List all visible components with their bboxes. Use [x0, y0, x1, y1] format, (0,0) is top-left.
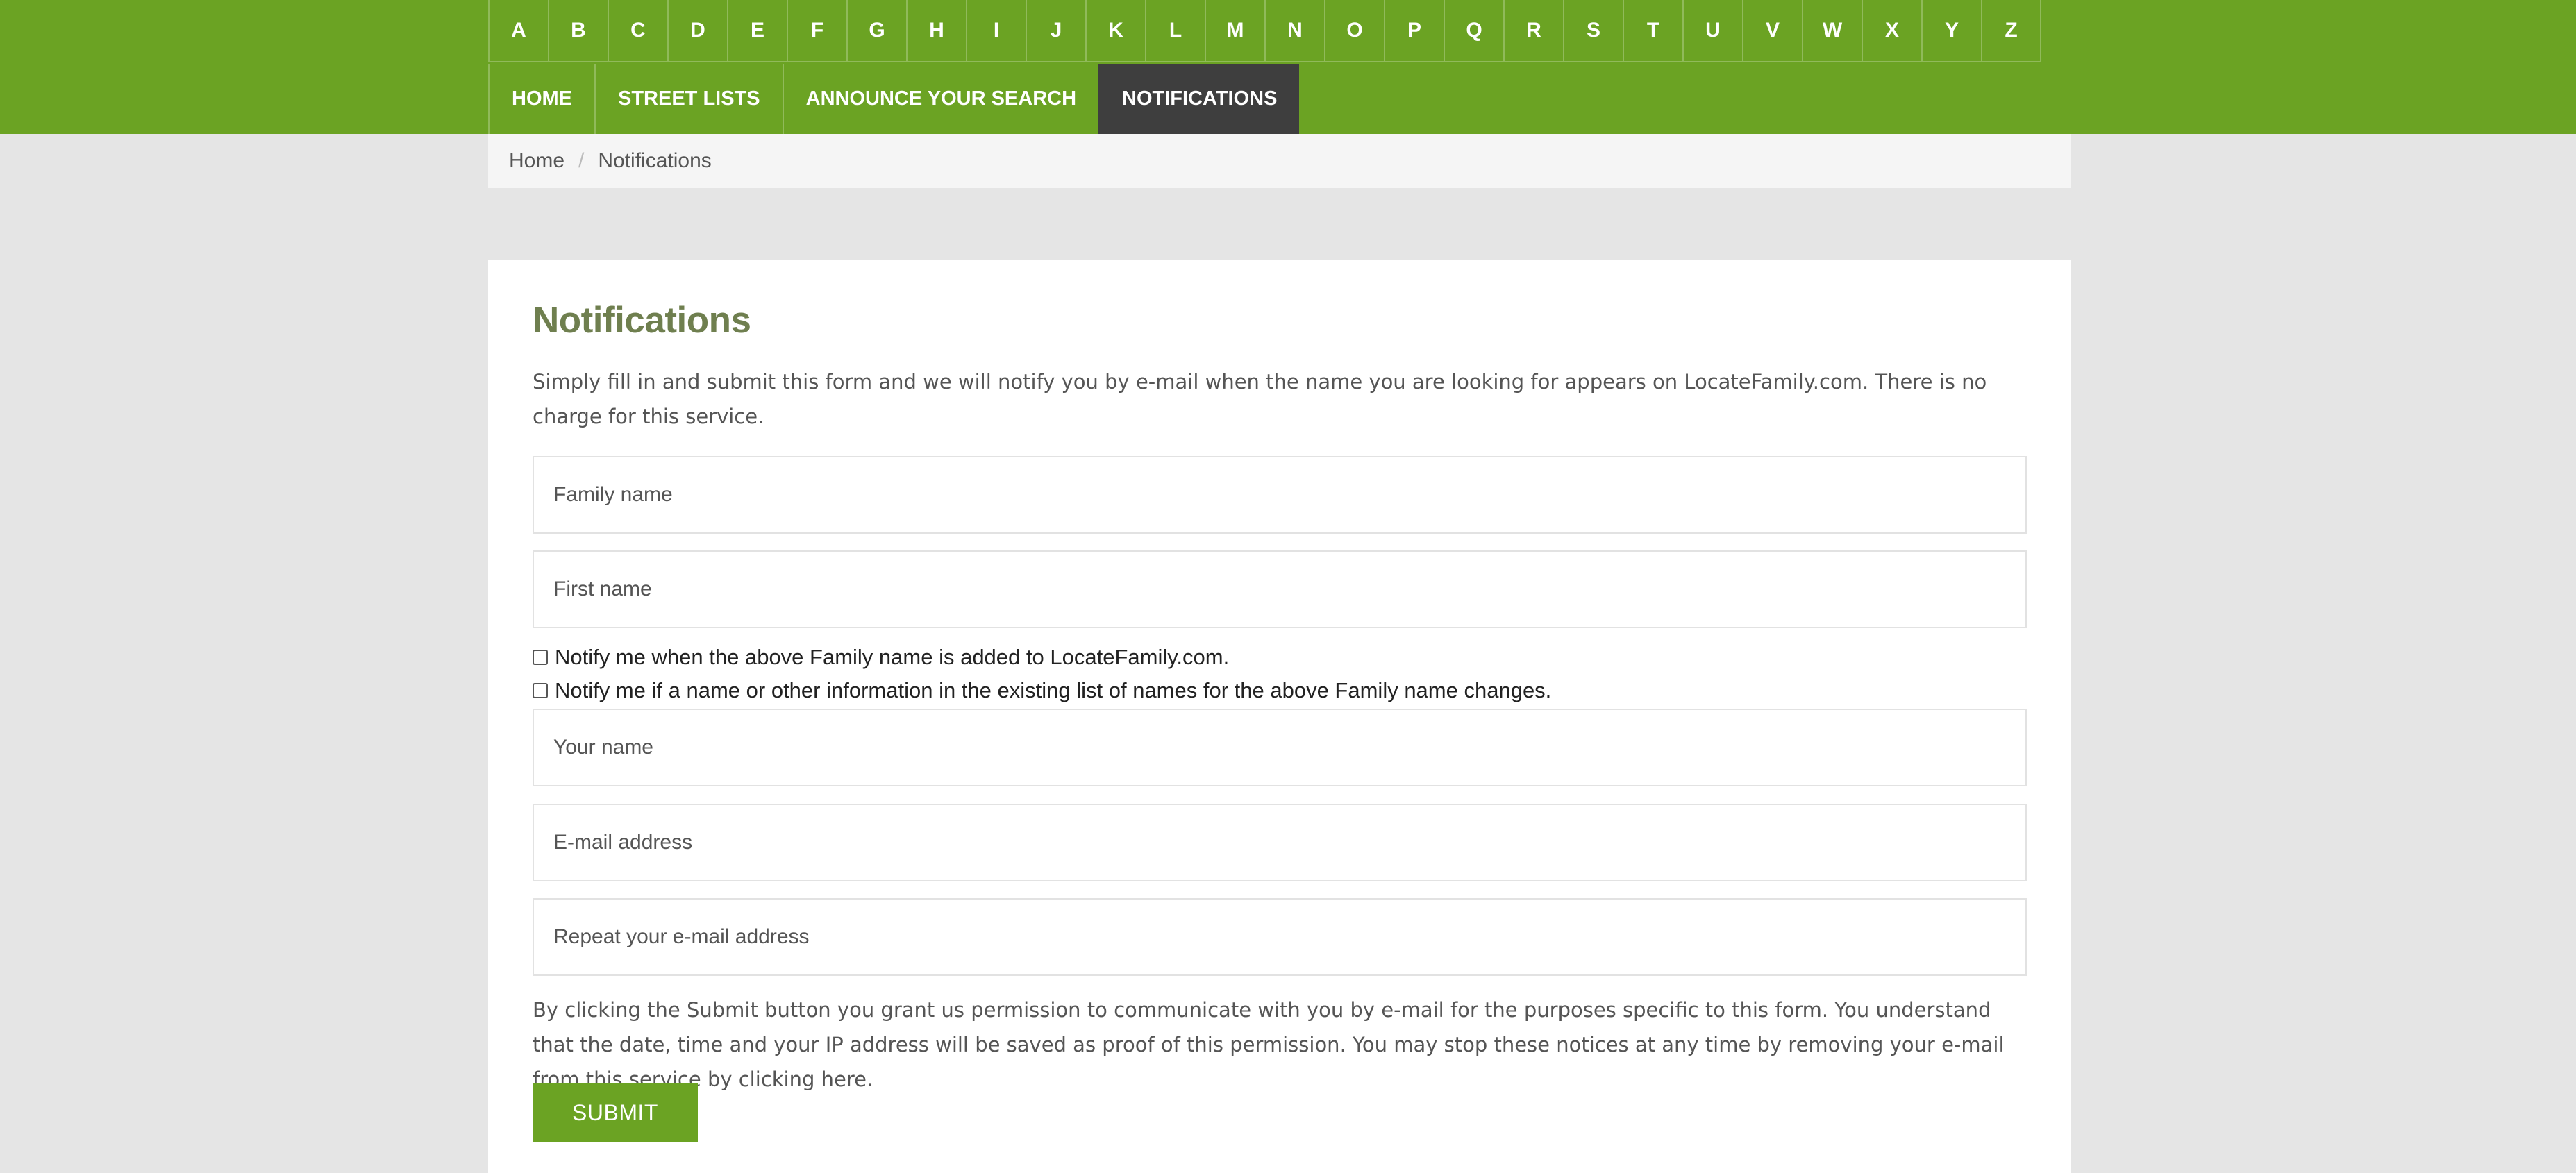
notify-added-label: Notify me when the above Family name is … [555, 645, 1230, 669]
breadcrumb-current: Notifications [598, 149, 712, 172]
alphabet-letter-w[interactable]: W [1802, 0, 1862, 62]
alphabet-letter-c[interactable]: C [608, 0, 667, 62]
alphabet-letter-j[interactable]: J [1026, 0, 1085, 62]
consent-end: . [866, 1067, 873, 1091]
alphabet-letter-r[interactable]: R [1503, 0, 1563, 62]
your-name-input[interactable] [534, 710, 2025, 785]
email-input[interactable] [534, 805, 2025, 880]
alphabet-index: ABCDEFGHIJKLMNOPQRSTUVWXYZ [488, 0, 2041, 64]
alphabet-letter-d[interactable]: D [667, 0, 727, 62]
alphabet-letter-l[interactable]: L [1145, 0, 1205, 62]
alphabet-letter-f[interactable]: F [787, 0, 846, 62]
alphabet-letter-p[interactable]: P [1384, 0, 1444, 62]
alphabet-letter-s[interactable]: S [1563, 0, 1623, 62]
breadcrumb-home-link[interactable]: Home [509, 149, 564, 173]
alphabet-letter-x[interactable]: X [1862, 0, 1921, 62]
notify-changes-checkbox[interactable] [533, 683, 548, 698]
email-repeat-field [533, 898, 2027, 976]
notify-changes-row: Notify me if a name or other information… [533, 678, 1551, 703]
nav-item-street-lists[interactable]: STREET LISTS [594, 64, 783, 134]
page-title: Notifications [533, 300, 751, 341]
notify-changes-label: Notify me if a name or other information… [555, 678, 1552, 702]
consent-here-link[interactable]: here [821, 1067, 867, 1091]
notify-added-row: Notify me when the above Family name is … [533, 645, 1229, 670]
alphabet-letter-g[interactable]: G [846, 0, 906, 62]
consent-text: By clicking the Submit button you grant … [533, 993, 2032, 1097]
notify-added-checkbox[interactable] [533, 650, 548, 665]
alphabet-letter-z[interactable]: Z [1981, 0, 2041, 62]
consent-body: By clicking the Submit button you grant … [533, 998, 2005, 1091]
email-repeat-input[interactable] [534, 900, 2025, 974]
alphabet-letter-q[interactable]: Q [1444, 0, 1503, 62]
family-name-field [533, 456, 2027, 534]
submit-button[interactable]: SUBMIT [533, 1083, 698, 1142]
alphabet-letter-y[interactable]: Y [1921, 0, 1981, 62]
alphabet-letter-k[interactable]: K [1085, 0, 1145, 62]
first-name-field [533, 550, 2027, 628]
nav-item-notifications[interactable]: NOTIFICATIONS [1098, 64, 1300, 134]
alphabet-letter-a[interactable]: A [488, 0, 548, 62]
email-field [533, 804, 2027, 881]
your-name-field [533, 709, 2027, 786]
breadcrumb: Home / Notifications [488, 134, 2071, 188]
main-navigation: HOME STREET LISTS ANNOUNCE YOUR SEARCH NOTI… [488, 64, 1300, 134]
first-name-input[interactable] [534, 552, 2025, 627]
breadcrumb-separator: / [578, 149, 585, 172]
alphabet-letter-o[interactable]: O [1324, 0, 1384, 62]
alphabet-letter-u[interactable]: U [1682, 0, 1742, 62]
alphabet-letter-e[interactable]: E [727, 0, 787, 62]
alphabet-letter-n[interactable]: N [1264, 0, 1324, 62]
alphabet-letter-h[interactable]: H [906, 0, 966, 62]
alphabet-letter-m[interactable]: M [1205, 0, 1264, 62]
form-intro-text: Simply fill in and submit this form and … [533, 370, 1987, 428]
nav-item-announce-your-search[interactable]: ANNOUNCE YOUR SEARCH [782, 64, 1098, 134]
alphabet-letter-v[interactable]: V [1742, 0, 1802, 62]
alphabet-letter-i[interactable]: I [966, 0, 1026, 62]
family-name-input[interactable] [534, 457, 2025, 532]
alphabet-letter-b[interactable]: B [548, 0, 608, 62]
alphabet-letter-t[interactable]: T [1623, 0, 1682, 62]
nav-item-home[interactable]: HOME [488, 64, 594, 134]
notifications-form-card: Notifications Simply fill in and submit … [488, 260, 2071, 1173]
